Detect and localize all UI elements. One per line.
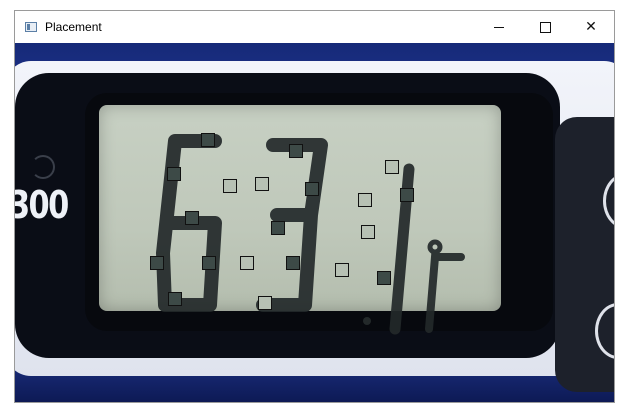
lcd-degree-mark xyxy=(427,239,443,255)
app-window: Placement ✕ 300 xyxy=(14,10,615,403)
minimize-button[interactable] xyxy=(476,11,522,43)
lcd-decimal-point xyxy=(363,317,371,325)
placement-marker[interactable] xyxy=(289,144,303,158)
placement-marker[interactable] xyxy=(202,256,216,270)
placement-marker[interactable] xyxy=(286,256,300,270)
placement-marker[interactable] xyxy=(150,256,164,270)
maximize-icon xyxy=(539,21,551,33)
close-button[interactable]: ✕ xyxy=(568,11,614,43)
placement-marker[interactable] xyxy=(400,188,414,202)
close-icon: ✕ xyxy=(585,19,597,35)
title-bar[interactable]: Placement ✕ xyxy=(15,11,614,43)
placement-marker[interactable] xyxy=(240,256,254,270)
minimize-icon xyxy=(494,26,504,28)
placement-marker[interactable] xyxy=(255,177,269,191)
maximize-button[interactable] xyxy=(522,11,568,43)
placement-marker[interactable] xyxy=(201,133,215,147)
app-icon xyxy=(25,22,37,32)
placement-marker[interactable] xyxy=(271,221,285,235)
placement-marker[interactable] xyxy=(358,193,372,207)
placement-marker[interactable] xyxy=(385,160,399,174)
placement-marker[interactable] xyxy=(185,211,199,225)
placement-marker[interactable] xyxy=(168,292,182,306)
window-title: Placement xyxy=(45,20,102,34)
placement-marker[interactable] xyxy=(305,182,319,196)
placement-marker[interactable] xyxy=(167,167,181,181)
placement-marker[interactable] xyxy=(361,225,375,239)
lcd-digits xyxy=(156,134,465,335)
lcd-unit-c xyxy=(425,253,465,333)
placement-marker[interactable] xyxy=(223,179,237,193)
placement-marker[interactable] xyxy=(377,271,391,285)
placement-marker[interactable] xyxy=(335,263,349,277)
placement-canvas[interactable]: 300 xyxy=(15,43,614,402)
placement-marker[interactable] xyxy=(258,296,272,310)
